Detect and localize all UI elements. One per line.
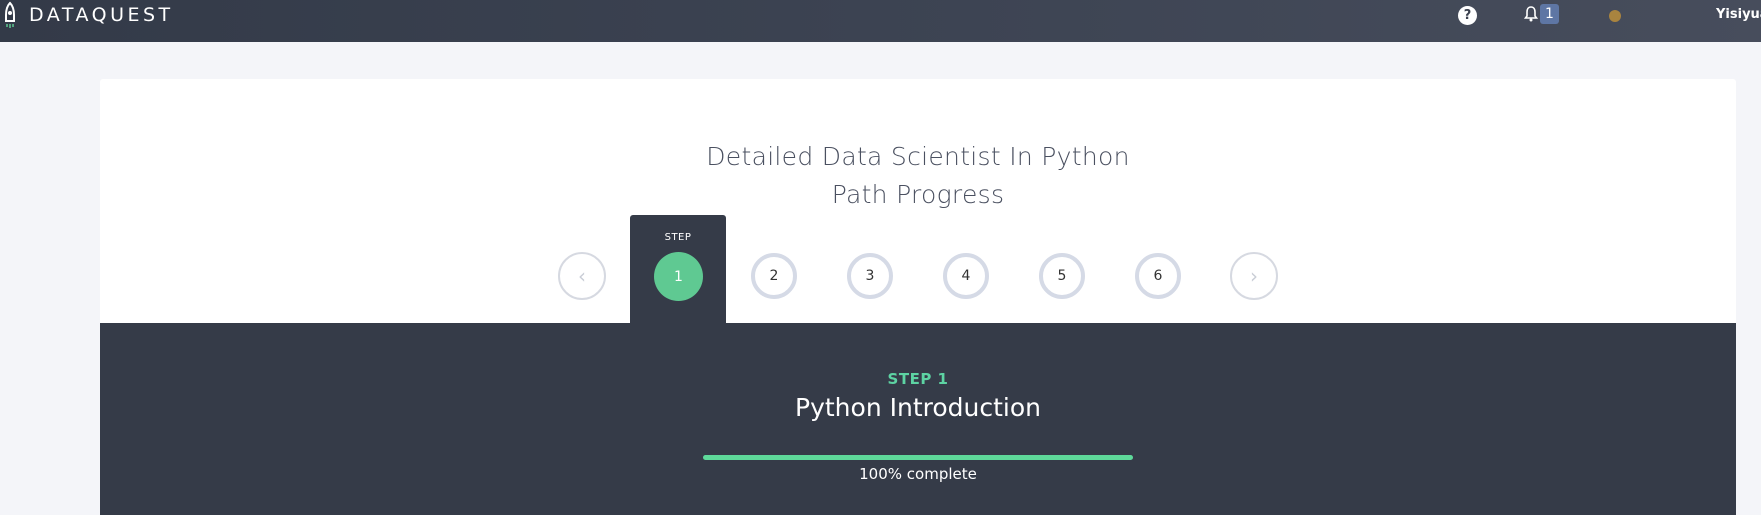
step-detail-panel: STEP 1 Python Introduction 100% complete: [100, 323, 1736, 515]
help-icon[interactable]: ?: [1458, 6, 1477, 25]
step-6-button[interactable]: 6: [1135, 253, 1181, 299]
step-title: Python Introduction: [795, 393, 1041, 422]
step-4-button[interactable]: 4: [943, 253, 989, 299]
logo-text: DATAQUEST: [29, 4, 174, 26]
bell-icon: [1524, 6, 1538, 22]
step-tab-label: STEP: [664, 232, 692, 243]
step-2-button[interactable]: 2: [751, 253, 797, 299]
chevron-left-icon: ‹: [578, 264, 586, 288]
dataquest-logo[interactable]: DATAQUEST: [0, 0, 174, 30]
step-progress-fill: [703, 455, 1133, 460]
notification-count-badge: 1: [1540, 4, 1559, 24]
notifications-button[interactable]: 1: [1524, 4, 1559, 24]
path-progress-card: Detailed Data Scientist In Python Path P…: [100, 79, 1736, 515]
avatar[interactable]: [1609, 10, 1621, 22]
previous-step-button[interactable]: ‹: [558, 252, 606, 300]
chevron-right-icon: ›: [1250, 264, 1258, 288]
page-subtitle: Path Progress: [831, 180, 1005, 209]
username[interactable]: Yisiyuan: [1716, 7, 1761, 22]
step-number-label: STEP 1: [887, 370, 949, 388]
next-step-button[interactable]: ›: [1230, 252, 1278, 300]
step-1-button[interactable]: 1: [654, 252, 703, 301]
rocket-icon: [5, 1, 15, 28]
page-title: Detailed Data Scientist In Python: [706, 142, 1130, 171]
step-progress-bar: [703, 455, 1133, 460]
step-5-button[interactable]: 5: [1039, 253, 1085, 299]
top-navbar: DATAQUEST ? 1 Yisiyuan: [0, 0, 1761, 42]
step-3-button[interactable]: 3: [847, 253, 893, 299]
progress-text: 100% complete: [859, 465, 977, 483]
